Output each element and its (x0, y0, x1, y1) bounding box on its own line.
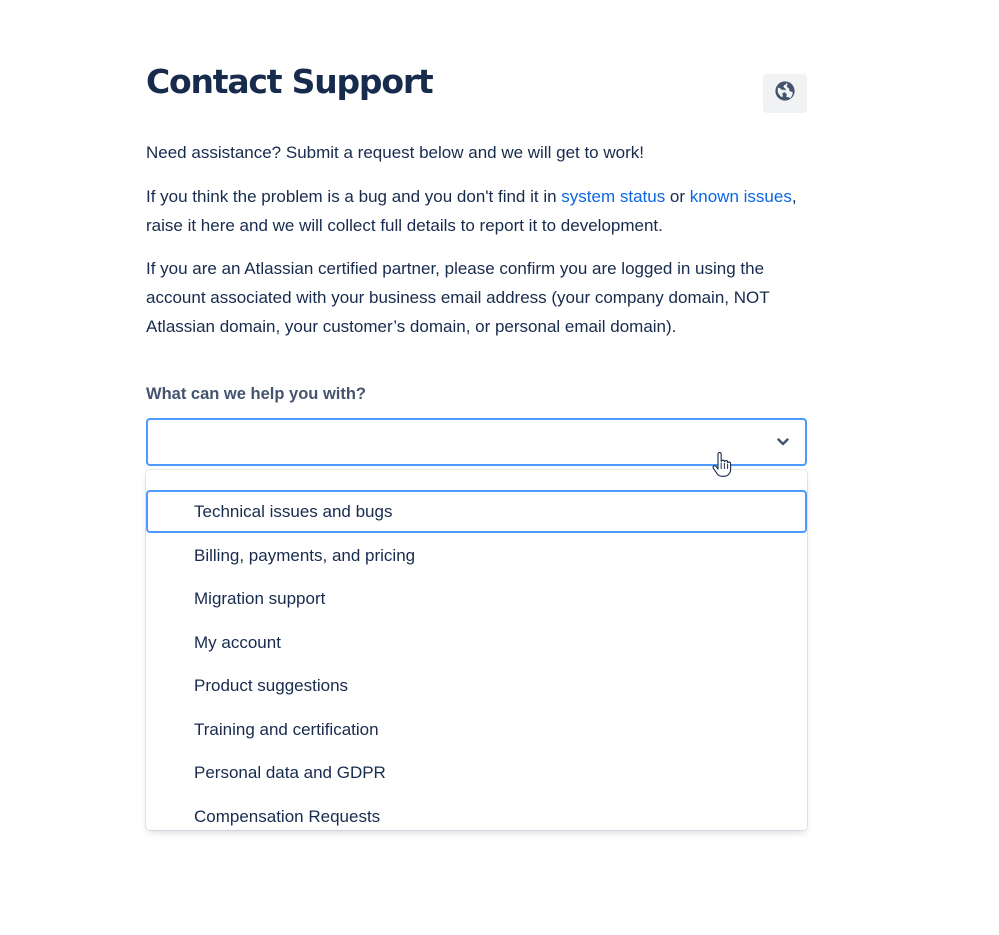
help-topic-menu: Technical issues and bugs Billing, paymen… (146, 470, 807, 830)
help-topic-label: What can we help you with? (146, 385, 367, 403)
intro-paragraph-3: If you are an Atlassian certified partne… (146, 259, 770, 336)
option-migration-support[interactable]: Migration support (146, 577, 807, 620)
intro-text: Need assistance? Submit a request below … (146, 138, 807, 356)
chevron-down-icon (773, 432, 793, 452)
system-status-link[interactable]: system status (561, 187, 665, 206)
option-billing-payments-and-pricing[interactable]: Billing, payments, and pricing (146, 534, 807, 577)
hand-pointer-cursor (712, 451, 732, 478)
intro-p2-before: If you think the problem is a bug and yo… (146, 186, 562, 206)
option-my-account[interactable]: My account (146, 621, 807, 664)
intro-p2-middle: or (665, 186, 690, 206)
intro-paragraph-2: If you think the problem is a bug and yo… (146, 182, 807, 240)
intro-paragraph-1: Need assistance? Submit a request below … (146, 143, 644, 162)
language-button[interactable] (763, 74, 807, 113)
option-technical-issues-and-bugs[interactable]: Technical issues and bugs (146, 490, 807, 533)
known-issues-link[interactable]: known issues (690, 187, 792, 206)
help-topic-select[interactable] (146, 418, 807, 466)
option-training-and-certification[interactable]: Training and certification (146, 708, 807, 751)
option-personal-data-and-gdpr[interactable]: Personal data and GDPR (146, 751, 807, 794)
globe-icon (774, 80, 796, 107)
option-compensation-requests[interactable]: Compensation Requests (146, 795, 807, 831)
option-product-suggestions[interactable]: Product suggestions (146, 664, 807, 707)
page-title: Contact Support (146, 62, 434, 101)
